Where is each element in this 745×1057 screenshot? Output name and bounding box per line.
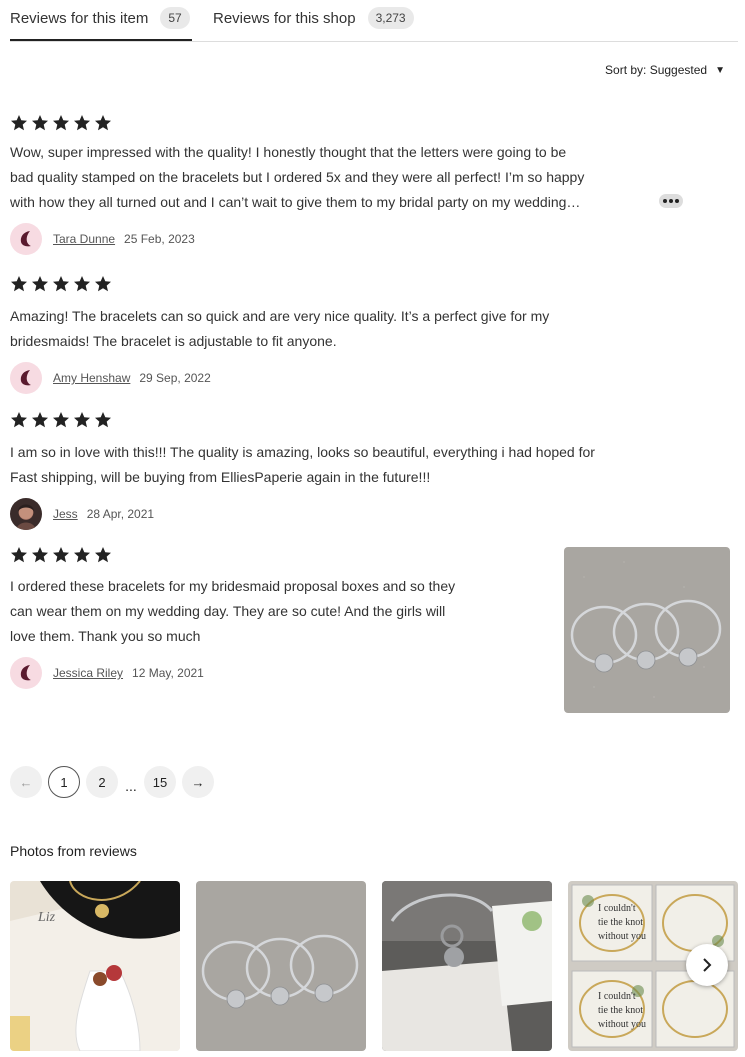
prev-page-button[interactable]: ← — [10, 766, 42, 798]
star-icon — [95, 412, 111, 428]
star-rating — [10, 410, 595, 430]
review-text-line: with how they all turned out and I can’t… — [10, 194, 581, 210]
review-photo[interactable] — [564, 547, 730, 713]
page-button-2[interactable]: 2 — [86, 766, 118, 798]
review-date: 29 Sep, 2022 — [139, 371, 211, 385]
star-icon — [95, 547, 111, 563]
carousel-next-button[interactable] — [686, 944, 728, 986]
dot-icon — [669, 199, 673, 203]
tab-item-reviews[interactable]: Reviews for this item 57 — [10, 6, 190, 30]
review-text-line: Amazing! The bracelets can so quick and … — [10, 308, 550, 324]
review-photo-thumbnail[interactable] — [196, 881, 366, 1051]
reviewer-name[interactable]: Tara Dunne — [53, 232, 115, 246]
review-photo-thumbnail[interactable] — [382, 881, 552, 1051]
star-icon — [53, 276, 69, 292]
tab-shop-reviews[interactable]: Reviews for this shop 3,273 — [213, 6, 414, 30]
page-button-15[interactable]: 15 — [144, 766, 176, 798]
star-icon — [95, 276, 111, 292]
svg-text:Liz: Liz — [37, 910, 56, 925]
svg-text:tie the knot: tie the knot — [598, 917, 643, 928]
tab-shop-reviews-label: Reviews for this shop — [213, 9, 356, 27]
tab-item-reviews-count: 57 — [160, 7, 190, 29]
page-button-1[interactable]: 1 — [48, 766, 80, 798]
star-icon — [74, 547, 90, 563]
star-icon — [32, 276, 48, 292]
star-icon — [74, 412, 90, 428]
review-text-line: can wear them on my wedding day. They ar… — [10, 603, 446, 619]
review-card: Wow, super impressed with the quality! I… — [10, 113, 584, 255]
star-icon — [53, 547, 69, 563]
review-date: 12 May, 2021 — [132, 666, 204, 680]
review-photo-thumbnail[interactable]: Liz — [10, 881, 180, 1051]
star-icon — [32, 412, 48, 428]
star-icon — [74, 115, 90, 131]
avatar[interactable] — [10, 657, 42, 689]
dot-icon — [663, 199, 667, 203]
star-icon — [11, 115, 27, 131]
active-tab-indicator — [10, 39, 192, 41]
star-icon — [53, 115, 69, 131]
review-text-line: bad quality stamped on the bracelets but… — [10, 169, 585, 185]
star-icon — [74, 276, 90, 292]
caret-down-icon: ▼ — [715, 64, 725, 76]
next-page-button[interactable]: → — [182, 766, 214, 798]
sort-label: Sort by: Suggested — [605, 63, 708, 77]
review-text: I am so in love with this!!! The quality… — [10, 440, 595, 490]
review-meta: Amy Henshaw 29 Sep, 2022 — [10, 362, 549, 394]
tab-item-reviews-label: Reviews for this item — [10, 9, 149, 27]
review-text-line: bridesmaids! The bracelet is adjustable … — [10, 333, 337, 349]
svg-text:tie the knot: tie the knot — [598, 1005, 643, 1016]
svg-text:without you: without you — [598, 931, 646, 942]
photos-section-title: Photos from reviews — [10, 843, 137, 859]
review-card: Amazing! The bracelets can so quick and … — [10, 274, 549, 394]
svg-text:I couldn't: I couldn't — [598, 991, 636, 1002]
star-icon — [11, 276, 27, 292]
avatar[interactable] — [10, 223, 42, 255]
dot-icon — [675, 199, 679, 203]
review-text: I ordered these bracelets for my bridesm… — [10, 574, 455, 649]
review-card: I am so in love with this!!! The quality… — [10, 410, 595, 530]
star-rating — [10, 545, 455, 565]
review-text-line: Wow, super impressed with the quality! I… — [10, 144, 567, 160]
avatar[interactable] — [10, 498, 42, 530]
reviewer-name[interactable]: Jessica Riley — [53, 666, 123, 680]
tab-shop-reviews-count: 3,273 — [367, 7, 414, 29]
star-rating — [10, 113, 584, 133]
review-meta: Jessica Riley 12 May, 2021 — [10, 657, 455, 689]
review-text-line: I ordered these bracelets for my bridesm… — [10, 578, 456, 594]
review-text: Amazing! The bracelets can so quick and … — [10, 304, 549, 354]
star-icon — [95, 115, 111, 131]
review-date: 25 Feb, 2023 — [124, 232, 195, 246]
review-text: Wow, super impressed with the quality! I… — [10, 140, 584, 215]
review-text-line: I am so in love with this!!! The quality… — [10, 444, 595, 460]
sort-dropdown[interactable]: Sort by: Suggested ▼ — [605, 63, 725, 77]
review-text-line: Fast shipping, will be buying from Ellie… — [10, 469, 431, 485]
reviewer-name[interactable]: Amy Henshaw — [53, 371, 130, 385]
avatar[interactable] — [10, 362, 42, 394]
review-date: 28 Apr, 2021 — [86, 507, 155, 521]
chevron-right-icon — [703, 958, 712, 972]
review-meta: Jess 28 Apr, 2021 — [10, 498, 595, 530]
more-options-button[interactable] — [659, 194, 683, 208]
review-text-line: love them. Thank you so much — [10, 628, 201, 644]
review-card: I ordered these bracelets for my bridesm… — [10, 545, 455, 689]
star-icon — [32, 547, 48, 563]
star-icon — [11, 412, 27, 428]
star-icon — [32, 115, 48, 131]
svg-text:I couldn't: I couldn't — [598, 903, 636, 914]
star-icon — [53, 412, 69, 428]
star-icon — [11, 547, 27, 563]
pagination: ← 1 2 ... 15 → — [10, 766, 214, 798]
pagination-ellipsis: ... — [125, 778, 137, 794]
star-rating — [10, 274, 549, 294]
review-meta: Tara Dunne 25 Feb, 2023 — [10, 223, 584, 255]
reviewer-name[interactable]: Jess — [53, 507, 78, 521]
review-tabs: Reviews for this item 57 Reviews for thi… — [10, 0, 738, 42]
svg-text:without you: without you — [598, 1019, 646, 1030]
